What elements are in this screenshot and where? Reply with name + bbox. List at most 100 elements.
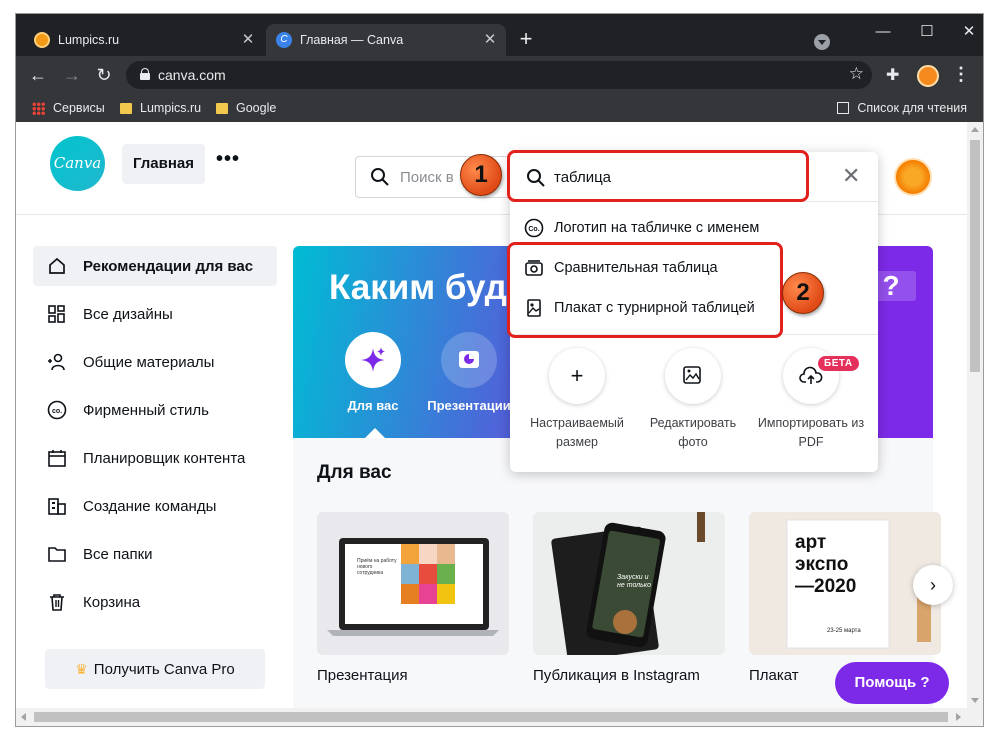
quick-action-custom-size[interactable]: + Настраиваемый размер (522, 348, 632, 452)
profile-avatar[interactable] (917, 65, 939, 87)
step-badge-2: 2 (782, 272, 824, 314)
plus-icon: + (549, 348, 605, 404)
beta-badge: БЕТА (818, 356, 859, 371)
sidebar-item-label: Все дизайны (83, 305, 173, 323)
scroll-left-arrow-icon[interactable] (21, 713, 26, 721)
get-canva-pro-button[interactable]: ♛ Получить Canva Pro (45, 649, 265, 689)
minimize-button[interactable]: — (868, 22, 898, 42)
apps-grid-icon (32, 101, 45, 115)
thumbnail-text: Закуски и не только (617, 574, 652, 589)
bookmark-label: Google (236, 101, 277, 115)
vertical-scrollbar[interactable] (967, 122, 983, 708)
more-menu-button[interactable]: ••• (216, 144, 240, 174)
forward-arrow-icon[interactable]: → (60, 63, 84, 87)
canva-logo[interactable]: Canva (50, 136, 105, 191)
reading-list[interactable]: Список для чтения (837, 101, 967, 115)
sidebar-item-team[interactable]: Создание команды (33, 486, 277, 526)
sidebar-item-label: Планировщик контента (83, 449, 246, 467)
sidebar-item-shared[interactable]: Общие материалы (33, 342, 277, 382)
sidebar-item-folders[interactable]: Все папки (33, 534, 277, 574)
bookmark-apps[interactable]: Сервисы (32, 101, 105, 115)
canva-favicon-icon: C (276, 32, 292, 48)
quick-action-label: Редактировать фото (649, 416, 737, 449)
close-tab-icon[interactable]: ✕ (240, 32, 256, 48)
reload-icon[interactable]: ↻ (92, 63, 116, 87)
sparkle-icon (361, 347, 385, 372)
calendar-icon (48, 450, 66, 467)
step-badge-1: 1 (460, 154, 502, 196)
sidebar-item-all-designs[interactable]: Все дизайны (33, 294, 277, 334)
tab-title: Lumpics.ru (58, 33, 120, 47)
reading-list-icon (837, 102, 850, 114)
thumbnail-text: Приём на работу нового сотрудника (357, 558, 397, 576)
quick-action-edit-photo[interactable]: Редактировать фото (638, 348, 748, 452)
template-card-poster[interactable]: арт экспо —2020 23-25 марта Плакат (749, 512, 941, 684)
svg-text:co.: co. (52, 408, 62, 415)
carousel-next-button[interactable]: › (913, 565, 953, 605)
svg-text:Co.: Co. (528, 226, 539, 233)
template-card-presentation[interactable]: Приём на работу нового сотрудника Презен… (317, 512, 509, 684)
highlight-search-box (507, 150, 809, 202)
sidebar-item-recommendations[interactable]: Рекомендации для вас (33, 246, 277, 286)
quick-action-label: Настраиваемый размер (530, 416, 624, 449)
sidebar-item-trash[interactable]: Корзина (33, 582, 277, 622)
tab-lumpics[interactable]: Lumpics.ru ✕ (24, 24, 264, 56)
url-text[interactable]: canva.com (158, 67, 226, 83)
sidebar-item-label: Корзина (83, 593, 141, 611)
maximize-button[interactable]: ☐ (912, 22, 942, 42)
tab-title: Главная — Canva (300, 33, 404, 47)
folder-icon (216, 102, 228, 114)
new-tab-button[interactable]: + (514, 28, 538, 52)
canva-page: Canva Главная ••• Поиск в Рекомендации д… (16, 122, 967, 708)
template-card-label: Презентация (317, 667, 408, 684)
back-arrow-icon[interactable]: ← (26, 63, 50, 87)
address-bar[interactable]: canva.com ☆ (126, 61, 872, 89)
help-button[interactable]: Помощь ? (835, 662, 949, 704)
team-icon (48, 498, 66, 515)
brand-icon: Co. (524, 218, 544, 238)
grid-icon (48, 305, 65, 323)
window-close-button[interactable]: ✕ (954, 22, 983, 42)
template-card-instagram[interactable]: Закуски и не только Публикация в Instagr… (533, 512, 725, 684)
lumpics-favicon-icon (34, 32, 50, 48)
bookmark-lumpics[interactable]: Lumpics.ru (120, 101, 201, 115)
sidebar-item-brand[interactable]: co. Фирменный стиль (33, 390, 277, 430)
bookmark-label: Lumpics.ru (140, 101, 202, 115)
template-thumbnail: Закуски и не только (533, 512, 725, 655)
sidebar-item-planner[interactable]: Планировщик контента (33, 438, 277, 478)
tab-search-icon[interactable] (814, 34, 830, 50)
trash-icon (50, 594, 64, 611)
browser-window: Lumpics.ru ✕ C Главная — Canva ✕ + — ☐ ✕… (16, 14, 983, 726)
sidebar-item-label: Все папки (83, 545, 153, 563)
user-avatar[interactable] (894, 158, 932, 196)
bookmark-google[interactable]: Google (216, 101, 276, 115)
scrollbar-thumb[interactable] (970, 140, 980, 372)
pro-button-label: Получить Canva Pro (93, 660, 235, 678)
folder-icon (48, 547, 66, 562)
sidebar-item-label: Фирменный стиль (83, 401, 209, 419)
horizontal-scrollbar[interactable] (16, 708, 983, 726)
browser-toolbar: ← → ↻ canva.com ☆ ✚ ⋮ (16, 56, 983, 94)
close-tab-icon[interactable]: ✕ (482, 32, 498, 48)
hero-title: Каким буде (329, 268, 527, 307)
sidebar-item-label: Общие материалы (83, 353, 215, 371)
bookmark-star-icon[interactable]: ☆ (849, 64, 864, 84)
scroll-up-arrow-icon[interactable] (971, 127, 979, 132)
highlight-suggestions (507, 242, 783, 338)
sidebar-item-label: Создание команды (83, 497, 217, 515)
extensions-puzzle-icon[interactable]: ✚ (886, 65, 899, 85)
scroll-right-arrow-icon[interactable] (956, 713, 961, 721)
clear-search-icon[interactable]: ✕ (842, 164, 860, 188)
photo-edit-icon (665, 348, 721, 404)
quick-action-label: Импортировать из PDF (757, 416, 865, 449)
active-category-pointer (365, 428, 385, 438)
scroll-down-arrow-icon[interactable] (971, 698, 979, 703)
bookmarks-bar: Сервисы Lumpics.ru Google Список для чте… (16, 94, 983, 122)
home-button[interactable]: Главная (122, 144, 205, 184)
category-for-you[interactable]: Для вас (323, 332, 423, 413)
tab-canva[interactable]: C Главная — Canva ✕ (266, 24, 506, 56)
bookmark-label: Сервисы (53, 101, 105, 115)
browser-menu-icon[interactable]: ⋮ (952, 64, 970, 85)
scrollbar-thumb[interactable] (34, 712, 948, 722)
category-presentations[interactable]: Презентации (419, 332, 519, 413)
